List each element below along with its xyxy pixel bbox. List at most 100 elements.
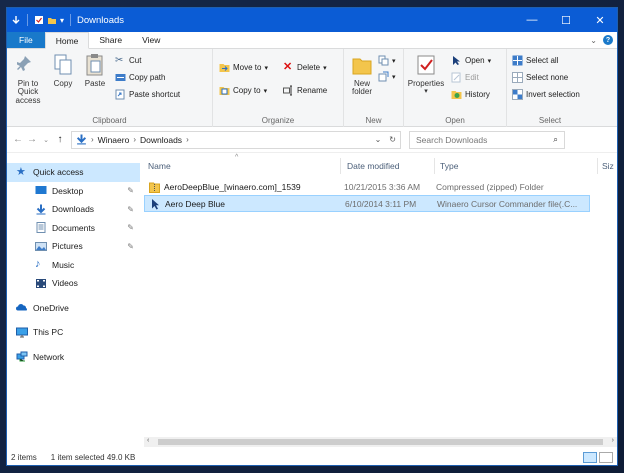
title-bar: ▾ Downloads — ☐ ✕ <box>7 8 617 32</box>
maximize-button[interactable]: ☐ <box>549 8 583 32</box>
easy-access-button[interactable]: ▾ <box>378 71 396 82</box>
nav-desktop[interactable]: Desktop ✎ <box>7 182 140 201</box>
select-all-icon <box>512 55 523 66</box>
column-type[interactable]: Type <box>440 161 458 171</box>
address-history-chevron-icon[interactable]: ⌄ <box>375 135 382 144</box>
history-button[interactable]: History <box>451 89 490 100</box>
downloads-icon <box>36 204 46 215</box>
table-row-selected[interactable]: Aero Deep Blue 6/10/2014 3:11 PM Winaero… <box>144 195 590 212</box>
nav-pictures[interactable]: Pictures ✎ <box>7 237 140 256</box>
nav-documents[interactable]: Documents ✎ <box>7 219 140 238</box>
nav-downloads[interactable]: Downloads ✎ <box>7 200 140 219</box>
search-icon: ⌕ <box>553 134 558 144</box>
select-group-label: Select <box>538 116 562 125</box>
copy-path-button[interactable]: Copy path <box>115 72 165 83</box>
rename-button[interactable]: Rename <box>283 85 327 96</box>
paste-shortcut-button[interactable]: Paste shortcut <box>115 89 180 100</box>
pin-icon <box>17 56 31 71</box>
minimize-button[interactable]: — <box>515 8 549 32</box>
pictures-icon <box>35 241 47 251</box>
move-to-button[interactable]: Move to ▾ <box>219 62 268 73</box>
forward-arrow-icon[interactable]: → <box>25 134 39 145</box>
scissors-icon: ✂ <box>115 55 124 66</box>
column-name[interactable]: Name <box>148 161 171 171</box>
address-bar[interactable]: › Winaero › Downloads › ⌄ ↻ <box>71 130 401 149</box>
file-name: AeroDeepBlue_[winaero.com]_1539 <box>164 181 301 192</box>
breadcrumb-separator-icon: › <box>91 135 94 144</box>
pinned-icon: ✎ <box>127 241 134 251</box>
back-arrow-icon[interactable]: ← <box>11 134 25 145</box>
new-group-label: New <box>365 116 382 125</box>
scrollbar-thumb[interactable] <box>158 439 603 445</box>
open-cursor-icon <box>453 56 460 65</box>
address-row: ← → ⌄ ↑ › Winaero › Downloads › ⌄ ↻ Sear… <box>7 127 617 153</box>
open-button[interactable]: Open ▾ <box>451 55 491 66</box>
quick-access-toolbar: ▾ <box>7 14 74 26</box>
pinned-icon: ✎ <box>127 186 134 196</box>
delete-x-icon: ✕ <box>283 61 293 73</box>
recent-locations-chevron-icon[interactable]: ⌄ <box>39 136 53 144</box>
tab-file[interactable]: File <box>7 32 45 48</box>
move-to-icon <box>219 64 230 72</box>
copy-to-button[interactable]: Copy to ▾ <box>219 85 267 96</box>
new-item-button[interactable]: ▾ <box>378 55 396 66</box>
copy-to-icon <box>219 87 230 95</box>
select-group: Select all Select none Invert selection … <box>507 49 593 127</box>
nav-videos[interactable]: Videos <box>7 274 140 293</box>
new-folder-button[interactable]: New folder <box>349 53 375 97</box>
copy-button[interactable]: Copy <box>47 53 79 88</box>
scroll-left-icon[interactable]: ‹ <box>147 437 149 444</box>
tab-share[interactable]: Share <box>89 32 132 48</box>
new-group: New folder ▾ ▾ New <box>344 49 404 127</box>
item-count: 2 items <box>11 452 37 462</box>
horizontal-scrollbar[interactable]: ‹ › <box>144 437 617 447</box>
history-icon <box>451 91 462 99</box>
documents-icon <box>36 222 46 234</box>
details-view-icon[interactable] <box>583 451 597 463</box>
nav-network[interactable]: Network <box>7 348 140 367</box>
pinned-icon: ✎ <box>127 204 134 214</box>
column-size[interactable]: Siz <box>602 161 614 171</box>
nav-onedrive[interactable]: OneDrive <box>7 299 140 318</box>
help-icon[interactable]: ? <box>603 35 613 45</box>
videos-icon <box>36 278 46 288</box>
zip-folder-icon <box>149 182 160 193</box>
invert-selection-button[interactable]: Invert selection <box>512 89 580 100</box>
search-input[interactable]: Search Downloads ⌕ <box>409 130 565 149</box>
pin-label: Pin to Quick access <box>15 79 41 105</box>
nav-quick-access[interactable]: ★ Quick access <box>7 163 140 182</box>
tab-home[interactable]: Home <box>44 32 90 49</box>
new-folder-icon[interactable] <box>47 15 57 25</box>
column-date-modified[interactable]: Date modified <box>347 161 399 171</box>
star-icon: ★ <box>16 165 26 178</box>
pin-to-quick-access-button[interactable]: Pin to Quick access <box>9 53 47 105</box>
network-icon <box>16 351 28 362</box>
paste-label: Paste <box>84 79 106 88</box>
breadcrumb-separator-icon: › <box>133 135 136 144</box>
paste-shortcut-icon <box>115 89 125 100</box>
breadcrumb-winaero[interactable]: Winaero <box>98 135 130 145</box>
status-bar: 2 items 1 item selected 49.0 KB <box>7 449 617 465</box>
select-none-button[interactable]: Select none <box>512 72 568 83</box>
nav-this-pc[interactable]: This PC <box>7 323 140 342</box>
close-button[interactable]: ✕ <box>583 8 617 32</box>
properties-check-icon[interactable] <box>34 15 44 25</box>
select-all-button[interactable]: Select all <box>512 55 558 66</box>
paste-button[interactable]: Paste <box>79 53 111 88</box>
file-date: 6/10/2014 3:11 PM <box>345 198 417 209</box>
large-icons-view-icon[interactable] <box>599 451 613 463</box>
refresh-icon[interactable]: ↻ <box>389 135 396 144</box>
scroll-right-icon[interactable]: › <box>612 437 614 444</box>
delete-button[interactable]: ✕ Delete ▾ <box>283 62 327 73</box>
customize-toolbar-chevron-icon[interactable]: ▾ <box>60 16 64 25</box>
cut-button[interactable]: ✂ Cut <box>115 55 141 66</box>
properties-button[interactable]: Properties ▾ <box>404 53 448 96</box>
up-arrow-icon[interactable]: ↑ <box>53 134 67 145</box>
breadcrumb-downloads[interactable]: Downloads <box>140 135 182 145</box>
onedrive-cloud-icon <box>16 304 27 311</box>
table-row[interactable]: AeroDeepBlue_[winaero.com]_1539 10/21/20… <box>144 178 590 195</box>
expand-ribbon-chevron-icon[interactable]: ⌄ <box>590 36 597 45</box>
toolbar-divider <box>27 14 28 26</box>
tab-view[interactable]: View <box>132 32 170 48</box>
nav-music[interactable]: ♪ Music <box>7 256 140 275</box>
